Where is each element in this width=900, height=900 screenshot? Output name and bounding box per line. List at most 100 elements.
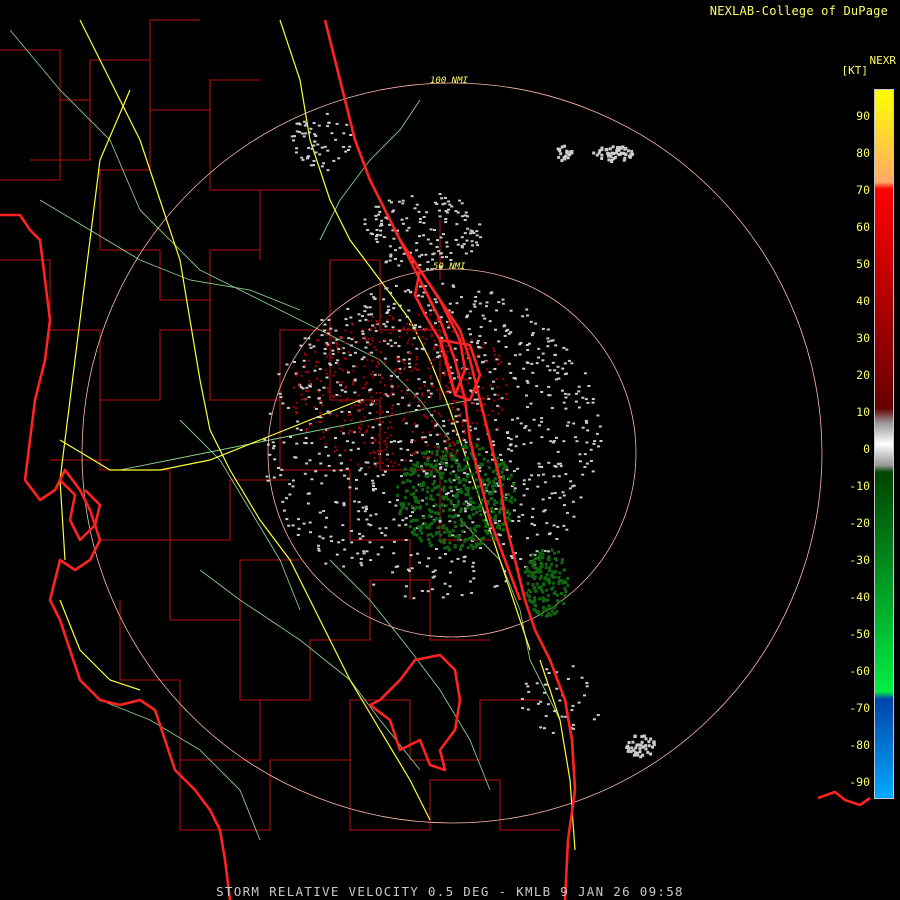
radar-echo-pixel — [509, 371, 513, 374]
radar-echo-pixel — [312, 345, 316, 348]
radar-echo-pixel — [453, 443, 456, 446]
radar-echo-pixel — [463, 472, 467, 475]
legend-tick-label: 80 — [856, 146, 870, 160]
radar-echo-pixel — [316, 339, 319, 342]
radar-echo-pixel — [434, 503, 438, 507]
radar-echo-pixel — [464, 441, 468, 444]
radar-echo-pixel — [369, 343, 372, 346]
radar-echo-pixel — [410, 369, 413, 372]
radar-echo-pixel — [391, 452, 394, 455]
radar-echo-pixel — [401, 202, 405, 205]
radar-echo-pixel — [522, 479, 526, 482]
radar-echo-pixel — [335, 414, 338, 417]
radar-echo-pixel — [498, 508, 502, 512]
radar-echo-pixel — [365, 381, 368, 384]
radar-echo-pixel — [462, 478, 466, 481]
radar-echo-pixel — [385, 312, 389, 314]
radar-echo-pixel — [519, 558, 523, 560]
radar-echo-pixel — [469, 333, 472, 336]
radar-echo-pixel — [392, 440, 396, 443]
radar-echo-pixel — [451, 284, 455, 287]
radar-echo-pixel — [314, 135, 318, 137]
radar-echo-pixel — [589, 460, 593, 462]
radar-echo-pixel — [631, 740, 635, 744]
radar-echo-pixel — [416, 464, 419, 468]
radar-echo-pixel — [502, 378, 505, 380]
radar-echo-pixel — [338, 381, 341, 383]
radar-echo-pixel — [377, 450, 380, 453]
radar-echo-pixel — [337, 541, 341, 544]
radar-echo-pixel — [448, 571, 452, 574]
radar-echo-pixel — [386, 453, 389, 456]
radar-echo-pixel — [327, 121, 331, 124]
radar-echo-pixel — [295, 442, 299, 445]
radar-echo-pixel — [315, 360, 318, 363]
radar-echo-pixel — [425, 415, 428, 418]
radar-echo-pixel — [533, 596, 537, 600]
legend-tick-label: 90 — [856, 109, 870, 123]
radar-echo-pixel — [291, 524, 295, 527]
radar-echo-pixel — [393, 341, 397, 344]
radar-echo-pixel — [422, 348, 426, 351]
radar-echo-pixel — [389, 255, 393, 258]
radar-echo-pixel — [374, 214, 378, 217]
radar-echo-pixel — [473, 427, 477, 430]
radar-echo-pixel — [555, 564, 559, 568]
radar-echo-pixel — [444, 458, 448, 461]
radar-echo-pixel — [317, 124, 321, 127]
radar-echo-pixel — [290, 135, 294, 138]
radar-echo-pixel — [367, 425, 370, 428]
radar-echo-pixel — [457, 462, 461, 466]
radar-echo-pixel — [495, 377, 498, 380]
radar-echo-pixel — [627, 741, 631, 744]
radar-echo-pixel — [585, 421, 589, 424]
radar-echo-pixel — [416, 334, 419, 337]
radar-echo-pixel — [344, 329, 347, 332]
radar-echo-pixel — [599, 440, 603, 442]
radar-echo-pixel — [404, 422, 408, 425]
radar-echo-pixel — [551, 361, 555, 364]
radar-echo-pixel — [463, 429, 466, 432]
radar-echo-pixel — [526, 406, 529, 409]
radar-echo-pixel — [498, 524, 502, 528]
radar-echo-pixel — [486, 459, 490, 463]
radar-echo-pixel — [538, 465, 542, 468]
radar-echo-pixel — [395, 375, 399, 378]
radar-echo-pixel — [530, 516, 534, 519]
radar-echo-pixel — [295, 147, 299, 150]
radar-echo-pixel — [500, 361, 502, 363]
radar-echo-pixel — [410, 322, 413, 325]
radar-echo-pixel — [421, 483, 425, 487]
radar-echo-pixel — [539, 700, 543, 703]
radar-echo-pixel — [266, 479, 270, 482]
radar-echo-pixel — [376, 553, 380, 556]
radar-echo-pixel — [342, 146, 346, 148]
radar-echo-pixel — [535, 533, 539, 536]
range-ring-label-50: 50 NMI — [433, 262, 466, 272]
radar-echo-pixel — [435, 203, 439, 205]
radar-echo-pixel — [375, 322, 378, 325]
radar-echo-pixel — [384, 384, 386, 387]
radar-echo-pixel — [343, 357, 346, 360]
radar-echo-pixel — [543, 691, 546, 694]
radar-echo-pixel — [530, 474, 534, 477]
radar-echo-pixel — [440, 197, 444, 200]
radar-echo-pixel — [553, 575, 557, 579]
radar-echo-pixel — [547, 672, 551, 674]
radar-echo-pixel — [430, 522, 434, 526]
radar-echo-pixel — [287, 524, 291, 527]
radar-echo-pixel — [421, 451, 425, 455]
radar-echo-pixel — [451, 429, 455, 432]
radar-echo-pixel — [545, 573, 549, 577]
radar-echo-pixel — [531, 332, 535, 334]
radar-echo-pixel — [397, 441, 401, 443]
radar-echo-pixel — [417, 501, 420, 504]
radar-echo-pixel — [386, 458, 389, 461]
radar-echo-pixel — [403, 368, 406, 370]
radar-echo-pixel — [306, 370, 309, 373]
radar-echo-pixel — [426, 444, 429, 447]
radar-echo-pixel — [545, 522, 549, 525]
radar-echo-pixel — [335, 393, 339, 396]
radar-echo-pixel — [448, 520, 452, 523]
legend-unit: [KT] — [841, 64, 869, 77]
